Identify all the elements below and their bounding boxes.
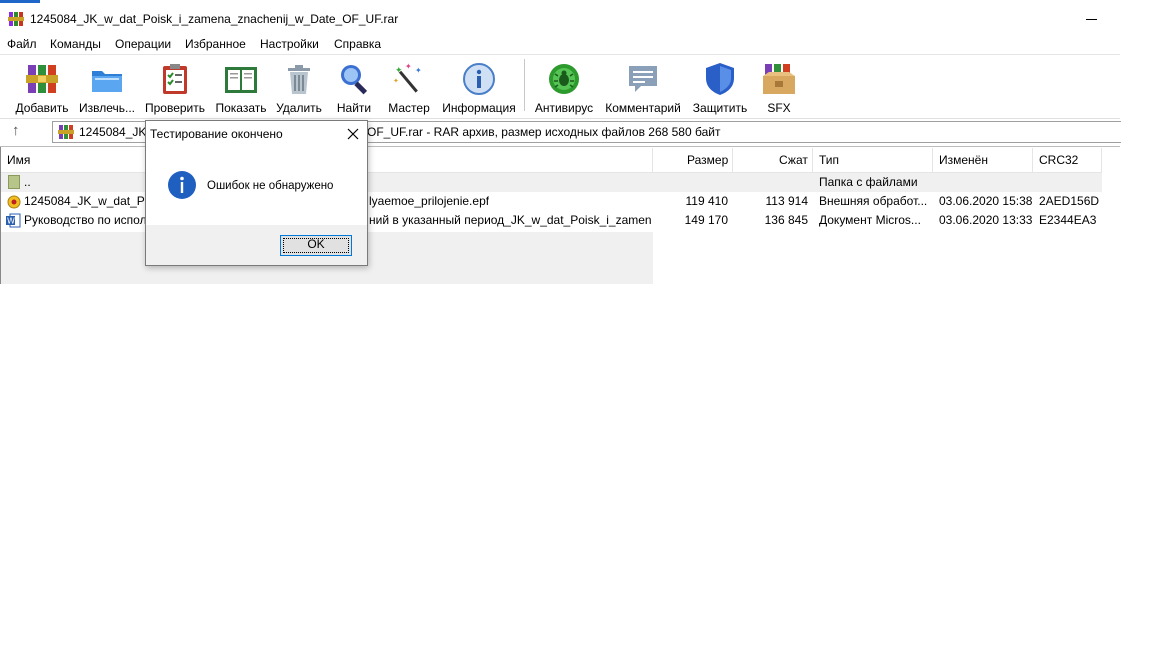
svg-text:✦: ✦	[415, 66, 422, 75]
menu-bar: Файл Команды Операции Избранное Настройк…	[0, 33, 1120, 53]
file-name: ..	[24, 175, 31, 189]
wizard-button[interactable]: ✦ ✦ ✦ ✦ Мастер	[382, 59, 436, 115]
archive-description: OF_UF.rar - RAR архив, размер исходных ф…	[367, 125, 721, 139]
file-modified: 03.06.2020 15:38	[939, 194, 1033, 208]
column-type[interactable]: Тип	[813, 148, 933, 172]
winrar-app-icon	[8, 12, 24, 26]
menu-commands[interactable]: Команды	[50, 37, 101, 51]
dialog-title: Тестирование окончено	[150, 127, 283, 141]
wizard-wand-icon: ✦ ✦ ✦ ✦	[393, 62, 422, 93]
book-view-icon	[225, 67, 257, 93]
file-crc32: E2344EA3	[1039, 213, 1097, 227]
svg-text:✦: ✦	[393, 77, 399, 85]
minimize-button[interactable]	[1078, 5, 1106, 31]
column-size[interactable]: Размер	[653, 148, 733, 172]
folder-icon	[8, 175, 20, 189]
svg-text:✦: ✦	[405, 62, 412, 71]
test-button[interactable]: Проверить	[144, 59, 206, 115]
toolbar: Добавить Извлечь... Проверить Показать У…	[0, 54, 1120, 117]
add-label: Добавить	[15, 101, 69, 115]
file-name-tail: ний в указанный период_JK_w_dat_Poisk_i_…	[369, 213, 651, 227]
test-label: Проверить	[144, 101, 205, 115]
file-type: Папка с файлами	[819, 175, 918, 189]
ok-button[interactable]: OK	[280, 235, 352, 256]
test-complete-dialog: Тестирование окончено Ошибок не обнаруже…	[145, 120, 368, 266]
file-name-tail: lyaemoe_prilojenie.epf	[369, 194, 490, 208]
antivirus-label: Антивирус	[534, 101, 594, 115]
add-button[interactable]: Добавить	[12, 59, 72, 115]
clipboard-test-icon	[163, 64, 187, 94]
delete-label: Удалить	[276, 101, 322, 115]
archive-path-prefix: 1245084_JK_	[79, 125, 154, 139]
file-modified: 03.06.2020 13:33	[939, 213, 1033, 227]
epf-file-icon	[7, 195, 21, 209]
view-label: Показать	[215, 101, 267, 115]
antivirus-button[interactable]: Антивирус	[533, 59, 595, 115]
file-type: Внешняя обработ...	[819, 194, 928, 208]
svg-text:✦: ✦	[395, 65, 403, 75]
svg-text:W: W	[7, 217, 15, 226]
dialog-message: Ошибок не обнаружено	[207, 180, 334, 192]
view-button[interactable]: Показать	[212, 59, 270, 115]
trash-icon	[288, 65, 310, 94]
sfx-button[interactable]: SFX	[757, 59, 801, 115]
file-size: 149 170	[684, 213, 728, 227]
wizard-label: Мастер	[388, 101, 430, 115]
sfx-box-icon	[763, 64, 795, 94]
close-icon[interactable]	[342, 123, 364, 145]
column-packed[interactable]: Сжат	[733, 148, 813, 172]
sfx-label: SFX	[767, 101, 791, 115]
protect-button[interactable]: Защитить	[691, 59, 749, 115]
window-title: 1245084_JK_w_dat_Poisk_i_zamena_znacheni…	[30, 12, 399, 26]
find-button[interactable]: Найти	[330, 59, 378, 115]
column-crc32[interactable]: CRC32	[1033, 148, 1102, 172]
file-packed: 136 845	[764, 213, 808, 227]
menu-help[interactable]: Справка	[334, 37, 381, 51]
file-name: Руководство по испол	[24, 213, 147, 227]
file-name: 1245084_JK_w_dat_Pois	[24, 194, 161, 208]
focus-rect	[283, 238, 349, 253]
dialog-title-bar: Тестирование окончено	[146, 121, 367, 147]
word-doc-icon: W	[6, 213, 21, 228]
delete-button[interactable]: Удалить	[273, 59, 325, 115]
extract-button[interactable]: Извлечь...	[76, 59, 138, 115]
folder-extract-icon	[92, 71, 122, 92]
comment-button[interactable]: Комментарий	[603, 59, 683, 115]
menu-settings[interactable]: Настройки	[260, 37, 319, 51]
file-packed: 113 914	[765, 194, 809, 208]
info-button[interactable]: Информация	[440, 59, 518, 115]
info-label: Информация	[442, 101, 516, 115]
info-icon	[463, 63, 495, 95]
list-border	[0, 147, 1, 284]
toolbar-separator	[524, 59, 525, 111]
rar-add-icon	[26, 65, 58, 93]
menu-operations[interactable]: Операции	[115, 37, 171, 51]
protect-label: Защитить	[692, 101, 748, 115]
shield-icon	[706, 63, 734, 95]
magnifier-icon	[341, 65, 368, 95]
antivirus-bug-icon	[549, 64, 579, 94]
find-label: Найти	[336, 101, 372, 115]
up-arrow-icon[interactable]: ↑	[12, 122, 20, 139]
title-bar: 1245084_JK_w_dat_Poisk_i_zamena_znacheni…	[0, 3, 1120, 33]
dialog-body: Ошибок не обнаружено	[146, 147, 367, 225]
info-icon	[168, 171, 196, 199]
file-crc32: 2AED156D	[1039, 194, 1100, 208]
extract-label: Извлечь...	[78, 101, 135, 115]
menu-favorites[interactable]: Избранное	[185, 37, 246, 51]
file-size: 119 410	[685, 194, 729, 208]
column-modified[interactable]: Изменён	[933, 148, 1033, 172]
comment-label: Комментарий	[605, 101, 681, 115]
comment-icon	[629, 66, 657, 92]
menu-file[interactable]: Файл	[7, 37, 37, 51]
file-type: Документ Micros...	[819, 213, 921, 227]
rar-archive-icon	[58, 125, 74, 139]
